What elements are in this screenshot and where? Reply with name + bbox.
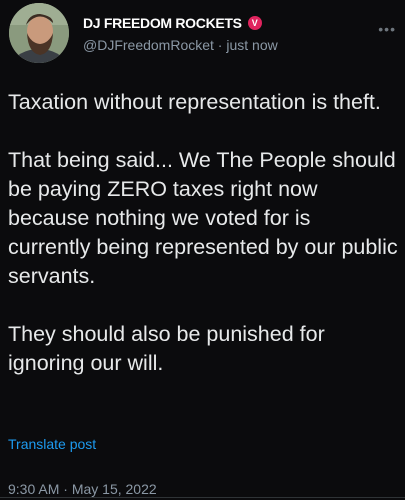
post-date[interactable]: May 15, 2022 [72, 481, 157, 497]
post-paragraph: They should also be punished for ignorin… [8, 322, 325, 375]
post-body: Taxation without representation is theft… [8, 88, 398, 378]
more-options-icon[interactable]: ••• [378, 22, 396, 36]
divider [0, 497, 405, 498]
author-display-name[interactable]: DJ FREEDOM ROCKETS [83, 15, 242, 31]
post-paragraph: That being said... We The People should … [8, 148, 398, 288]
post-paragraph: Taxation without representation is theft… [8, 90, 381, 114]
handle-separator: · [213, 37, 227, 53]
post-relative-time[interactable]: just now [226, 37, 277, 53]
avatar[interactable] [9, 3, 69, 63]
author-name-row: DJ FREEDOM ROCKETS V [83, 15, 262, 31]
post-timestamp: 9:30 AM · May 15, 2022 [8, 481, 157, 497]
author-handle[interactable]: @DJFreedomRocket [83, 37, 214, 53]
verified-badge-icon: V [247, 16, 262, 30]
post-header: DJ FREEDOM ROCKETS V @DJFreedomRocket · … [0, 0, 405, 70]
avatar-image [9, 3, 69, 63]
post-time[interactable]: 9:30 AM [8, 481, 59, 497]
post-card: DJ FREEDOM ROCKETS V @DJFreedomRocket · … [0, 0, 405, 500]
timestamp-separator: · [59, 481, 72, 497]
author-handle-row: @DJFreedomRocket · just now [83, 37, 278, 53]
translate-post-link[interactable]: Translate post [8, 436, 96, 452]
